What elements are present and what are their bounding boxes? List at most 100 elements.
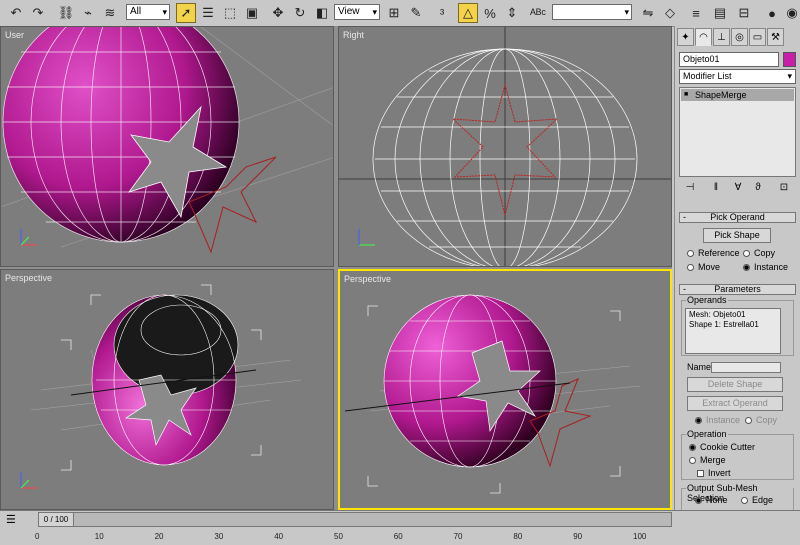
name-label: Name: <box>687 362 714 372</box>
radio-instance[interactable]: Instance <box>743 262 788 272</box>
select-by-name-icon[interactable]: ☰ <box>198 3 218 23</box>
viewport-area: User Right Perspective Perspective <box>0 26 672 510</box>
display-tab-icon[interactable]: ▭ <box>749 28 766 46</box>
operands-label: Operands <box>686 295 728 305</box>
viewport-label[interactable]: Perspective <box>5 273 52 283</box>
modifier-stack: ShapeMerge <box>679 87 796 177</box>
remove-modifier-icon[interactable]: ϑ <box>751 180 765 194</box>
invert-checkbox[interactable]: Invert <box>697 468 731 478</box>
layer-manager-icon[interactable]: ≡ <box>686 3 706 23</box>
timeline-tick-label: 20 <box>154 532 164 541</box>
viewport-label[interactable]: Perspective <box>344 274 391 284</box>
hierarchy-tab-icon[interactable]: ⊥ <box>713 28 730 46</box>
timeline-tick-label: 80 <box>513 532 523 541</box>
stack-item-shapemerge[interactable]: ShapeMerge <box>681 89 794 101</box>
create-tab-icon[interactable]: ✦ <box>677 28 694 46</box>
timeline-tick-label: 70 <box>453 532 463 541</box>
named-selection-dropdown[interactable] <box>552 4 632 20</box>
bind-spacewarp-icon[interactable]: ≋ <box>100 3 120 23</box>
main-toolbar: ↶ ↷ ⛓ ⌁ ≋ All ➚ ☰ ⬚ ▣ ✥ ↻ ◧ View ⊞ ✎ ³ △… <box>0 0 800 27</box>
operand-name-field[interactable] <box>711 362 781 373</box>
radio-reference[interactable]: Reference <box>687 248 740 258</box>
mirror-icon[interactable]: ⇋ <box>638 3 658 23</box>
command-panel: ✦ ◠ ⊥ ◎ ▭ ⚒ Objeto01 Modifier List Shape… <box>674 26 800 512</box>
render-scene-icon[interactable]: ◉ <box>782 3 800 23</box>
extract-operand-button[interactable]: Extract Operand <box>687 396 783 411</box>
time-slider-thumb[interactable]: 0 / 100 <box>39 513 74 526</box>
right-view-scene <box>339 27 671 266</box>
radio-move[interactable]: Move <box>687 262 720 272</box>
radio-extract-copy[interactable]: Copy <box>745 415 777 425</box>
curve-editor-icon[interactable]: ▤ <box>710 3 730 23</box>
redo-icon[interactable]: ↷ <box>28 3 48 23</box>
viewport-perspective-left[interactable]: Perspective <box>0 269 334 510</box>
spinner-snap-icon[interactable]: ⇕ <box>502 3 522 23</box>
delete-shape-button[interactable]: Delete Shape <box>687 377 783 392</box>
timeline-tick-label: 10 <box>94 532 104 541</box>
user-view-scene <box>1 27 333 254</box>
scale-icon[interactable]: ◧ <box>312 3 332 23</box>
viewport-label[interactable]: Right <box>343 30 364 40</box>
timeline-tick-label: 30 <box>214 532 224 541</box>
link-icon[interactable]: ⛓ <box>56 3 76 23</box>
pivot-center-icon[interactable]: ⊞ <box>384 3 404 23</box>
make-unique-icon[interactable]: ∀ <box>731 180 745 194</box>
material-editor-icon[interactable]: ● <box>762 3 782 23</box>
select-manipulate-icon[interactable]: ✎ <box>406 3 426 23</box>
stack-tools: ⊣ ‖ ∀ ϑ ⊡ <box>679 179 796 197</box>
list-item[interactable]: Mesh: Objeto01 <box>689 310 777 320</box>
pick-shape-button[interactable]: Pick Shape <box>703 228 771 243</box>
operands-list[interactable]: Mesh: Objeto01 Shape 1: Estrella01 <box>685 308 781 354</box>
radio-edge[interactable]: Edge <box>741 495 773 505</box>
modifier-list-dropdown[interactable]: Modifier List <box>679 69 796 84</box>
select-object-icon[interactable]: ➚ <box>176 3 196 23</box>
radio-none[interactable]: None <box>695 495 728 505</box>
schematic-view-icon[interactable]: ⊟ <box>734 3 754 23</box>
time-slider[interactable]: 0 / 100 <box>38 512 672 527</box>
viewport-perspective-right[interactable]: Perspective <box>338 269 672 510</box>
undo-icon[interactable]: ↶ <box>6 3 26 23</box>
modify-tab-icon[interactable]: ◠ <box>695 28 712 46</box>
timeline-tick-label: 60 <box>393 532 403 541</box>
radio-cookie-cutter[interactable]: Cookie Cutter <box>689 442 755 452</box>
radio-copy[interactable]: Copy <box>743 248 775 258</box>
rollout-parameters[interactable]: - Parameters <box>679 284 796 295</box>
viewport-label[interactable]: User <box>5 30 24 40</box>
command-panel-tabs: ✦ ◠ ⊥ ◎ ▭ ⚒ <box>677 28 797 48</box>
rotate-icon[interactable]: ↻ <box>290 3 310 23</box>
selection-filter-dropdown[interactable]: All <box>126 4 170 20</box>
angle-snap-icon[interactable]: △ <box>458 3 478 23</box>
configure-sets-icon[interactable]: ⊡ <box>777 180 791 194</box>
viewport-user[interactable]: User <box>0 26 334 267</box>
snap-3d-icon[interactable]: ³ <box>432 3 452 23</box>
radio-extract-instance[interactable]: Instance <box>695 415 740 425</box>
viewport-right[interactable]: Right <box>338 26 672 267</box>
axis-tripod-icon <box>20 229 37 246</box>
pin-stack-icon[interactable]: ⊣ <box>683 180 697 194</box>
rect-selection-icon[interactable]: ⬚ <box>220 3 240 23</box>
timeline: ☰ 0 / 100 0 10 20 30 40 50 60 70 80 90 100 <box>0 510 800 545</box>
percent-snap-icon[interactable]: % <box>480 3 500 23</box>
unlink-icon[interactable]: ⌁ <box>78 3 98 23</box>
motion-tab-icon[interactable]: ◎ <box>731 28 748 46</box>
radio-merge[interactable]: Merge <box>689 455 726 465</box>
object-name-field[interactable]: Objeto01 <box>679 52 779 67</box>
utilities-tab-icon[interactable]: ⚒ <box>767 28 784 46</box>
timeline-ruler[interactable]: 0 10 20 30 40 50 60 70 80 90 100 <box>35 529 672 545</box>
show-end-result-icon[interactable]: ‖ <box>709 180 723 194</box>
reference-coord-dropdown[interactable]: View <box>334 4 380 20</box>
edit-named-sel-icon[interactable]: ᴬᴮᶜ <box>528 3 548 23</box>
timeline-tick-label: 90 <box>573 532 583 541</box>
operation-label: Operation <box>686 429 728 439</box>
timeline-tick-label: 50 <box>334 532 343 541</box>
list-item[interactable]: Shape 1: Estrella01 <box>689 320 777 330</box>
align-icon[interactable]: ◇ <box>660 3 680 23</box>
move-icon[interactable]: ✥ <box>268 3 288 23</box>
perspective-left-scene <box>20 284 302 489</box>
object-color-swatch[interactable] <box>783 52 796 67</box>
timeline-tick-label: 40 <box>274 532 284 541</box>
timeline-tick-label: 0 <box>35 532 40 541</box>
mini-curve-editor-icon[interactable]: ☰ <box>6 513 16 526</box>
rollout-pick-operand[interactable]: - Pick Operand <box>679 212 796 223</box>
window-crossing-icon[interactable]: ▣ <box>242 3 262 23</box>
